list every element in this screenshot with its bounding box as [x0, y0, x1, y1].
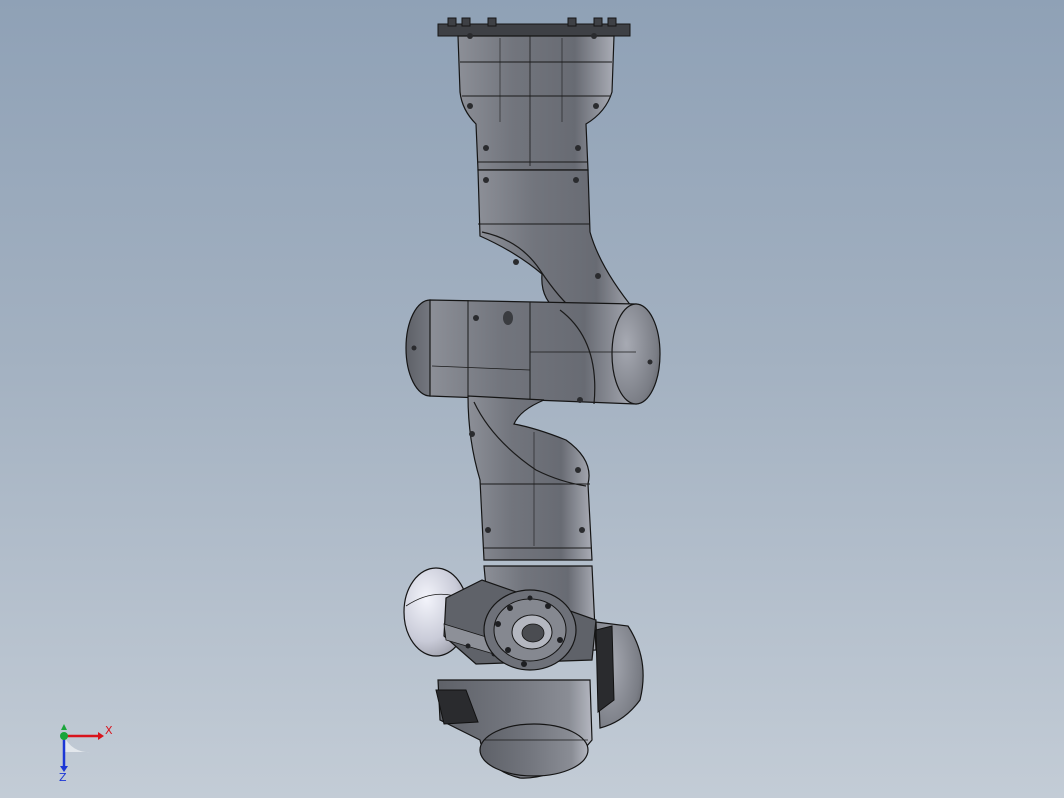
- triad-quadrant: [64, 736, 90, 753]
- base-housing[interactable]: [457, 33, 615, 171]
- y-axis-dot: [60, 732, 68, 740]
- upper-link[interactable]: [477, 169, 638, 313]
- forearm-link[interactable]: [467, 395, 593, 561]
- y-axis-arrowhead: [61, 724, 67, 730]
- cad-viewport[interactable]: [0, 0, 1064, 798]
- x-axis-arrowhead: [98, 732, 104, 740]
- x-axis-label: X: [105, 724, 113, 737]
- tool-flange[interactable]: [483, 589, 577, 671]
- orientation-triad: X Z: [59, 724, 113, 782]
- base-flange[interactable]: [437, 17, 631, 37]
- z-axis-label: Z: [59, 771, 67, 782]
- elbow-joint[interactable]: [405, 299, 661, 405]
